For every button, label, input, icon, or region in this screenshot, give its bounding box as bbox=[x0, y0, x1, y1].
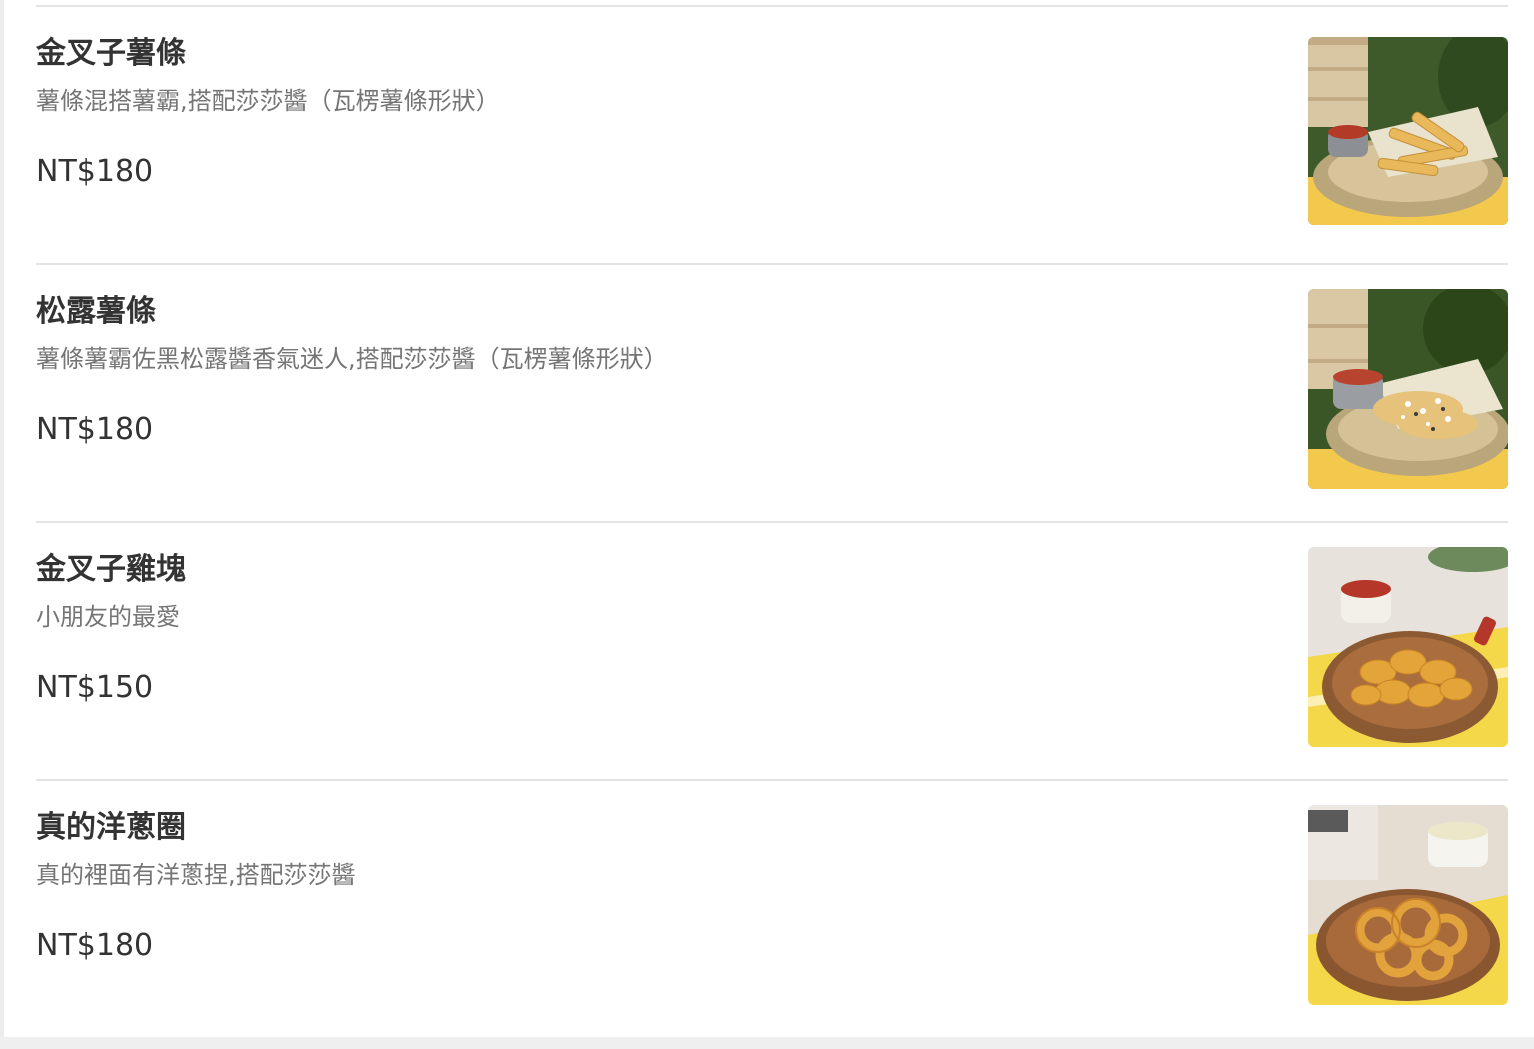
menu-item-description: 真的裡面有洋蔥捏,搭配莎莎醬 bbox=[36, 861, 356, 889]
bottom-bar bbox=[0, 1037, 1534, 1049]
truffle-fries-photo[interactable] bbox=[1308, 289, 1508, 489]
left-edge-border bbox=[0, 0, 4, 1037]
menu-item-price: NT$180 bbox=[36, 928, 154, 963]
divider bbox=[36, 263, 1508, 265]
menu-item[interactable]: 金叉子雞塊 小朋友的最愛 NT$150 bbox=[36, 547, 1508, 752]
menu-item-description: 薯條薯霸佐黑松露醬香氣迷人,搭配莎莎醬（瓦楞薯條形狀） bbox=[36, 345, 668, 373]
menu-item-name: 金叉子薯條 bbox=[36, 36, 186, 71]
menu-item-price: NT$150 bbox=[36, 670, 154, 705]
menu-item-name: 松露薯條 bbox=[36, 294, 156, 329]
onion-rings-photo[interactable] bbox=[1308, 805, 1508, 1005]
menu-item-price: NT$180 bbox=[36, 412, 154, 447]
fries-photo[interactable] bbox=[1308, 37, 1508, 225]
menu-item[interactable]: 松露薯條 薯條薯霸佐黑松露醬香氣迷人,搭配莎莎醬（瓦楞薯條形狀） NT$180 bbox=[36, 289, 1508, 494]
menu-item[interactable]: 真的洋蔥圈 真的裡面有洋蔥捏,搭配莎莎醬 NT$180 bbox=[36, 805, 1508, 1010]
divider bbox=[36, 5, 1508, 7]
divider bbox=[36, 521, 1508, 523]
menu-item-name: 真的洋蔥圈 bbox=[36, 810, 186, 845]
menu-item-price: NT$180 bbox=[36, 154, 154, 189]
menu-page: 金叉子薯條 薯條混搭薯霸,搭配莎莎醬（瓦楞薯條形狀） NT$180 松露薯條 薯… bbox=[0, 0, 1534, 1049]
menu-item-description: 小朋友的最愛 bbox=[36, 603, 180, 631]
divider bbox=[36, 779, 1508, 781]
chicken-nuggets-photo[interactable] bbox=[1308, 547, 1508, 747]
menu-item-description: 薯條混搭薯霸,搭配莎莎醬（瓦楞薯條形狀） bbox=[36, 87, 500, 115]
menu-item-name: 金叉子雞塊 bbox=[36, 552, 186, 587]
menu-item[interactable]: 金叉子薯條 薯條混搭薯霸,搭配莎莎醬（瓦楞薯條形狀） NT$180 bbox=[36, 36, 1508, 236]
